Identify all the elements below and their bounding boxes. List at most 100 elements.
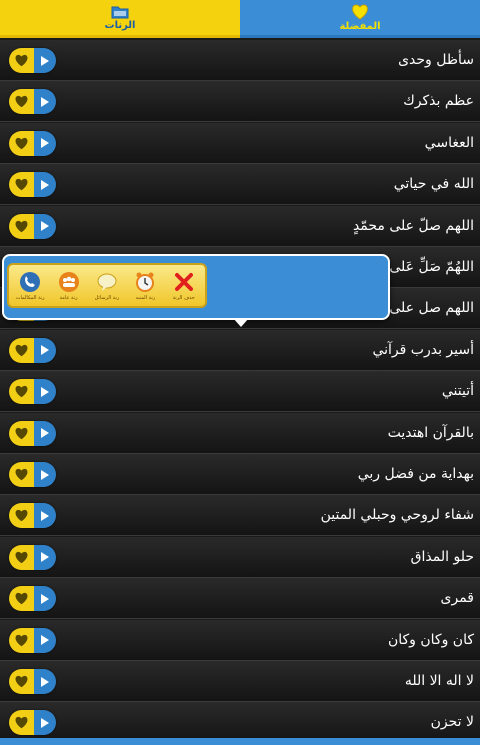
favorite-play-toggle: [9, 420, 56, 446]
favorite-play-toggle: [9, 172, 56, 198]
phone-call-icon: [19, 271, 41, 293]
favorite-play-toggle: [9, 503, 56, 529]
heart-icon[interactable]: [9, 213, 34, 239]
list-item[interactable]: الله في حياتي: [0, 164, 480, 206]
list-item[interactable]: أتيتني: [0, 371, 480, 413]
play-icon[interactable]: [34, 130, 56, 156]
tab-ringtones-label: الرنات: [104, 19, 136, 31]
action-label: حذف الرنة: [172, 294, 195, 301]
play-icon[interactable]: [34, 337, 56, 363]
list-item[interactable]: قمرى: [0, 578, 480, 620]
delete-x-icon: [173, 271, 195, 293]
list-item[interactable]: بالقرآن اهتديت: [0, 412, 480, 454]
message-bubble-icon: [96, 271, 118, 293]
play-icon[interactable]: [34, 503, 56, 529]
heart-icon[interactable]: [9, 420, 34, 446]
ringtone-title: بهداية من فضل ربي: [357, 466, 474, 482]
favorite-play-toggle: [9, 379, 56, 405]
ringtone-options-popup: رنة المكالمات رنة عامة رنة الرسائل رنة المن…: [2, 254, 390, 320]
action-message-bubble[interactable]: رنة الرسائل: [89, 271, 125, 301]
top-tab-bar: الرنات المفضلة: [0, 0, 480, 38]
action-label: رنة الرسائل: [94, 294, 120, 301]
list-item[interactable]: عظم بذكرك: [0, 81, 480, 123]
favorite-play-toggle: [9, 669, 56, 694]
play-icon[interactable]: [34, 627, 56, 653]
favorite-play-toggle: [9, 544, 56, 570]
popup-pointer: [233, 318, 249, 327]
heart-icon[interactable]: [9, 627, 34, 653]
tab-ringtones[interactable]: الرنات: [0, 0, 240, 38]
favorite-play-toggle: [9, 213, 56, 239]
heart-icon[interactable]: [9, 503, 34, 529]
list-item[interactable]: حلو المذاق: [0, 536, 480, 578]
play-icon[interactable]: [34, 710, 56, 736]
action-group-people[interactable]: رنة عامة: [51, 271, 87, 301]
action-delete-x[interactable]: حذف الرنة: [166, 271, 202, 301]
favorite-play-toggle: [9, 130, 56, 156]
heart-icon[interactable]: [9, 710, 34, 736]
list-item[interactable]: سأظل وحدى: [0, 40, 480, 81]
heart-icon[interactable]: [9, 48, 34, 73]
play-icon[interactable]: [34, 669, 56, 694]
favorite-play-toggle: [9, 627, 56, 653]
play-icon[interactable]: [34, 48, 56, 73]
heart-icon[interactable]: [9, 130, 34, 156]
tab-favorites[interactable]: المفضلة: [240, 0, 480, 38]
play-icon[interactable]: [34, 462, 56, 487]
ringtone-title: حلو المذاق: [410, 548, 474, 565]
ringtone-title: لا اله الا الله: [404, 673, 474, 689]
ringtone-title: الله في حياتي: [393, 176, 474, 193]
play-icon[interactable]: [34, 379, 56, 405]
play-icon[interactable]: [34, 89, 56, 115]
ringtone-list: سأظل وحدى عظم بذكرك العغاسي الله في حياتي ال…: [0, 40, 480, 745]
ringtone-title: بالقرآن اهتديت: [387, 424, 474, 441]
heart-icon[interactable]: [9, 462, 34, 487]
folder-icon: [111, 5, 129, 19]
heart-icon[interactable]: [9, 89, 34, 115]
play-icon[interactable]: [34, 172, 56, 198]
play-icon[interactable]: [34, 544, 56, 570]
list-item[interactable]: العغاسي: [0, 122, 480, 164]
heart-icon[interactable]: [9, 379, 34, 405]
heart-icon[interactable]: [9, 172, 34, 198]
play-icon[interactable]: [34, 420, 56, 446]
favorite-play-toggle: [9, 337, 56, 363]
ringtone-title: سأظل وحدى: [398, 52, 474, 68]
play-icon[interactable]: [34, 213, 56, 239]
ringtone-title: شفاء لروحي وحبلي المتين: [320, 507, 474, 524]
heart-icon[interactable]: [9, 544, 34, 570]
ringtone-title: كان وكان وكان: [387, 631, 474, 648]
ringtone-action-toolbar: رنة المكالمات رنة عامة رنة الرسائل رنة المن…: [7, 263, 207, 308]
heart-icon[interactable]: [9, 337, 34, 363]
action-phone-call[interactable]: رنة المكالمات: [12, 271, 48, 301]
favorite-play-toggle: [9, 462, 56, 487]
ringtone-title: عظم بذكرك: [403, 93, 474, 110]
heart-icon[interactable]: [9, 586, 34, 612]
ringtone-title: أتيتني: [441, 383, 474, 400]
list-item[interactable]: بهداية من فضل ربي: [0, 454, 480, 495]
heart-icon[interactable]: [9, 669, 34, 694]
action-label: رنة المكالمات: [15, 294, 45, 301]
list-item[interactable]: أسير بدرب قرآني: [0, 329, 480, 371]
ringtone-title: العغاسي: [424, 134, 474, 151]
bottom-accent-bar: [0, 738, 480, 745]
play-icon[interactable]: [34, 586, 56, 612]
alarm-clock-icon: [134, 271, 156, 293]
favorite-play-toggle: [9, 48, 56, 73]
favorite-play-toggle: [9, 89, 56, 115]
action-label: رنة عامة: [59, 294, 78, 301]
list-item[interactable]: لا اله الا الله: [0, 661, 480, 702]
list-item[interactable]: شفاء لروحي وحبلي المتين: [0, 495, 480, 537]
list-item[interactable]: اللهم صلّ على محمّدٍ: [0, 205, 480, 247]
favorite-play-toggle: [9, 710, 56, 736]
ringtone-title: قمرى: [440, 590, 474, 607]
tab-favorites-label: المفضلة: [339, 20, 381, 32]
favorite-play-toggle: [9, 586, 56, 612]
list-item[interactable]: كان وكان وكان: [0, 619, 480, 661]
action-label: رنة المنبه: [135, 294, 156, 301]
ringtone-title: أسير بدرب قرآني: [372, 341, 474, 358]
action-alarm-clock[interactable]: رنة المنبه: [127, 271, 163, 301]
ringtone-title: اللهم صلّ على محمّدٍ: [352, 217, 474, 234]
heart-icon: [351, 4, 369, 20]
group-people-icon: [58, 271, 80, 293]
